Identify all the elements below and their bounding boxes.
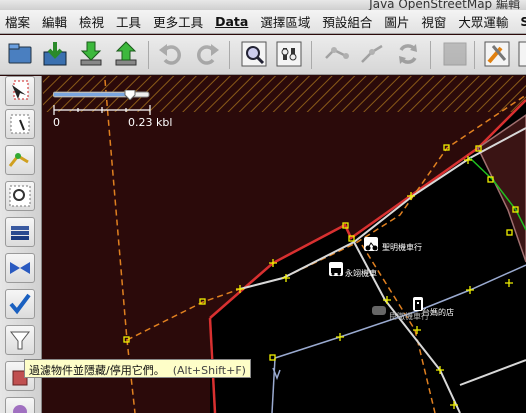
split-way-button[interactable] (356, 38, 388, 70)
settings-icon (13, 405, 27, 413)
scale-bar (53, 105, 151, 115)
tooltip-shortcut: (Alt+Shift+F) (172, 364, 246, 377)
draw-icon (8, 153, 29, 167)
download-icon (43, 42, 67, 66)
move-button[interactable] (5, 253, 35, 283)
menu-view[interactable]: 檢視 (74, 12, 111, 31)
tools-icon (484, 41, 510, 67)
menu-imagery[interactable]: 圖片 (379, 12, 416, 31)
download-green-icon (80, 41, 102, 66)
select-icon (12, 80, 29, 100)
merge-nodes-button[interactable] (320, 38, 352, 70)
extra-mode-button[interactable] (5, 397, 35, 413)
refresh-icon (399, 44, 417, 64)
zoom-slider[interactable] (52, 85, 153, 101)
download-data-button[interactable] (75, 38, 107, 70)
car-repair-icon[interactable] (329, 262, 343, 276)
toolbar-separator (474, 41, 475, 69)
toolbar-separator (430, 41, 431, 69)
draw-mode-button[interactable] (5, 145, 35, 175)
filter-icon (9, 331, 31, 350)
layers-button[interactable] (5, 217, 35, 247)
validate-button[interactable] (5, 289, 35, 319)
menu-bar: 檔案 編輯 檢視 工具 更多工具 Data 選擇區域 預設組合 圖片 視窗 大眾… (0, 10, 526, 34)
zoom-area-button[interactable] (5, 181, 35, 211)
merge-nodes-icon (325, 47, 349, 59)
redo-icon (197, 44, 219, 65)
open-icon (8, 43, 32, 64)
menu-more-tools[interactable]: 更多工具 (148, 12, 210, 31)
menu-windows[interactable]: 視窗 (416, 12, 453, 31)
menu-edit[interactable]: 編輯 (37, 12, 74, 31)
menu-tools[interactable]: 工具 (111, 12, 148, 31)
zoom-button[interactable] (238, 38, 270, 70)
toolbar-separator (311, 41, 312, 69)
undo-button[interactable] (155, 38, 187, 70)
refresh-button[interactable] (392, 38, 424, 70)
open-file-button[interactable] (4, 38, 36, 70)
vehicle-icon[interactable] (372, 306, 386, 315)
menu-presets[interactable]: 預設組合 (317, 12, 379, 31)
motorbike-shop-icon[interactable] (364, 237, 378, 251)
redo-button[interactable] (191, 38, 223, 70)
layers-icon (11, 226, 29, 240)
preferences-icon (276, 41, 302, 67)
image-icon (443, 42, 467, 66)
scale-zero-label: 0 (53, 116, 60, 129)
preferences-button[interactable] (273, 38, 305, 70)
window-title: Java OpenStreetMap 編輯 (369, 0, 520, 10)
tools-extra-button[interactable] (515, 38, 526, 70)
split-way-icon (361, 44, 383, 63)
upload-button[interactable] (110, 38, 142, 70)
toolbar-separator (148, 41, 149, 69)
zoom-icon (241, 41, 267, 67)
download-button[interactable] (39, 38, 71, 70)
menu-data-label: Data (215, 14, 249, 29)
validate-icon (9, 293, 31, 315)
scale-distance-label: 0.23 kbl (128, 116, 173, 129)
title-bar: Java OpenStreetMap 編輯 (0, 0, 526, 10)
zoom-area-icon (9, 185, 31, 207)
filter-tooltip: 過濾物件並隱藏/停用它們。 (Alt+Shift+F) (24, 359, 251, 378)
tooltip-text: 過濾物件並隱藏/停用它們。 (29, 364, 165, 377)
lasso-mode-button[interactable] (5, 109, 35, 139)
tools-button[interactable] (481, 38, 513, 70)
poi-label: 聖明機車行 (382, 243, 422, 252)
poi-label: 永翊機車 (345, 269, 377, 278)
menu-scripting[interactable]: Scri (515, 14, 526, 29)
move-icon (10, 262, 30, 274)
undo-icon (159, 44, 181, 65)
toolbar (0, 35, 526, 75)
filter-button[interactable] (5, 325, 35, 355)
zoom-slider-thumb[interactable] (124, 89, 136, 101)
select-mode-button[interactable] (5, 76, 35, 106)
imagery-button[interactable] (439, 38, 471, 70)
menu-data[interactable]: Data (210, 14, 255, 29)
upload-icon (115, 41, 137, 66)
menu-public-transport[interactable]: 大眾運輸 (453, 12, 515, 31)
toolbar-separator (229, 41, 230, 69)
poi-label: 臣嗷機車行 (389, 312, 429, 321)
menu-file[interactable]: 檔案 (0, 12, 37, 31)
lasso-icon (10, 114, 30, 134)
menu-selection[interactable]: 選擇區域 (255, 12, 317, 31)
panel-icon (518, 41, 526, 67)
